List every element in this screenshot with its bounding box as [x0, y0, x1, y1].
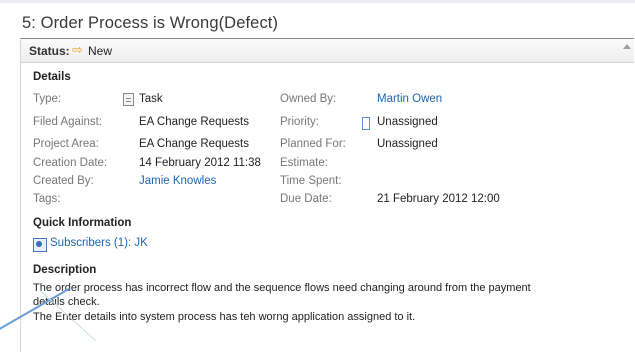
scroll-up-icon[interactable] — [623, 44, 631, 49]
priority-label: Priority: — [280, 116, 319, 128]
created-by-label: Created By: — [33, 175, 94, 187]
type-value[interactable]: Task — [139, 93, 163, 105]
filed-against-label: Filed Against: — [33, 116, 103, 128]
status-label: Status: — [29, 44, 70, 58]
priority-value[interactable]: Unassigned — [377, 116, 438, 128]
task-icon — [123, 93, 134, 106]
due-date-value[interactable]: 21 February 2012 12:00 — [377, 193, 500, 205]
description-heading: Description — [33, 264, 97, 276]
type-label: Type: — [33, 93, 62, 105]
filed-against-value[interactable]: EA Change Requests — [139, 116, 249, 128]
status-value[interactable]: New — [88, 44, 112, 58]
tags-label: Tags: — [33, 193, 61, 205]
description-line-3: The Enter details into system process ha… — [33, 311, 416, 323]
quick-info-heading: Quick Information — [33, 217, 132, 229]
description-line-1: The order process has incorrect flow and… — [33, 282, 531, 294]
time-spent-label: Time Spent: — [280, 175, 342, 187]
arrow-right-icon: ⇨ — [72, 42, 83, 57]
created-by-link[interactable]: Jamie Knowles — [139, 175, 216, 187]
status-bar: Status: ⇨ New — [21, 39, 634, 63]
creation-date-label: Creation Date: — [33, 157, 108, 169]
planned-for-value[interactable]: Unassigned — [377, 138, 438, 150]
top-divider — [0, 0, 635, 3]
owned-by-label: Owned By: — [280, 93, 337, 105]
subscribers-link[interactable]: Subscribers (1): JK — [50, 237, 148, 249]
project-area-value: EA Change Requests — [139, 138, 249, 150]
planned-for-label: Planned For: — [280, 138, 346, 150]
project-area-label: Project Area: — [33, 138, 99, 150]
estimate-label: Estimate: — [280, 157, 328, 169]
details-heading: Details — [33, 71, 71, 83]
owned-by-link[interactable]: Martin Owen — [377, 93, 442, 105]
creation-date-value: 14 February 2012 11:38 — [139, 157, 261, 169]
work-item-title: 5: Order Process is Wrong(Defect) — [22, 14, 279, 32]
priority-icon — [362, 117, 370, 130]
due-date-label: Due Date: — [280, 193, 332, 205]
subscribers-icon — [33, 238, 47, 252]
